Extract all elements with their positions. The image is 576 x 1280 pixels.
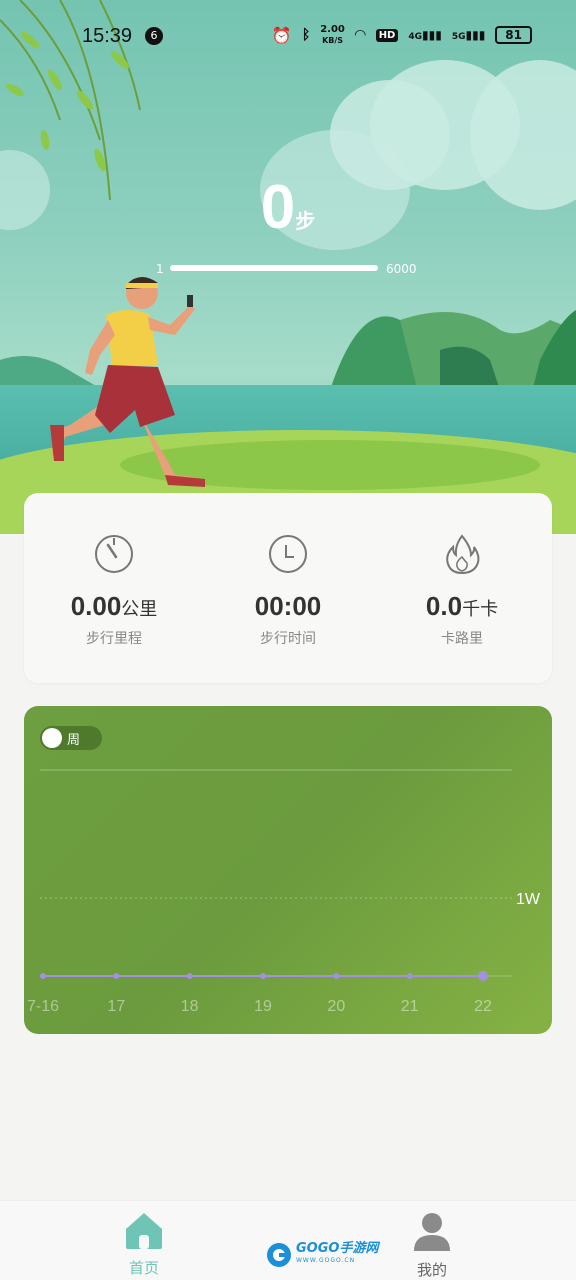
data-point bbox=[113, 973, 120, 979]
calories-unit: 千卡 bbox=[462, 599, 499, 619]
runner-illustration bbox=[50, 276, 205, 487]
period-toggle[interactable]: 周 bbox=[40, 726, 102, 750]
x-tick-label: 19 bbox=[254, 998, 272, 1015]
time-value: 00:00 bbox=[254, 591, 322, 621]
distance-label: 步行里程 bbox=[86, 631, 142, 647]
x-tick-label: 18 bbox=[181, 998, 199, 1015]
tab-mine[interactable]: 我的 bbox=[382, 1211, 482, 1280]
time-label: 步行时间 bbox=[260, 631, 316, 647]
home-icon bbox=[126, 1213, 162, 1249]
net-speed-value: 2.00 bbox=[320, 24, 345, 35]
step-counter: 0步 bbox=[0, 172, 576, 243]
steps-value: 0 bbox=[260, 173, 296, 242]
x-tick-label: 20 bbox=[327, 998, 345, 1015]
watermark-icon bbox=[267, 1243, 291, 1267]
x-tick-label: 22 bbox=[474, 998, 492, 1015]
data-point bbox=[186, 973, 193, 979]
net-speed-unit: KB/S bbox=[322, 36, 344, 45]
hd-badge: HD bbox=[375, 28, 399, 42]
clock-icon bbox=[269, 535, 307, 573]
flame-icon bbox=[446, 534, 480, 575]
watermark-subtext: WWW.GOGO.CN bbox=[296, 1257, 356, 1264]
status-time: 15:39 bbox=[82, 25, 133, 47]
signal-4g-label: 4G bbox=[408, 32, 423, 42]
steps-unit: 步 bbox=[295, 209, 316, 233]
data-point bbox=[260, 973, 266, 979]
stat-time: 00:00 步行时间 bbox=[200, 533, 376, 648]
distance-value: 0.00 bbox=[70, 591, 122, 621]
weekly-steps-chart: 1W 7-16 17 18 19 20 21 22 周 bbox=[24, 706, 552, 1034]
y-tick-label: 1W bbox=[516, 891, 541, 908]
x-tick-label: 7-16 bbox=[27, 998, 59, 1015]
alarm-icon: ⏰ bbox=[271, 25, 292, 45]
data-point bbox=[40, 973, 46, 979]
step-progress-bar bbox=[170, 265, 378, 271]
battery-icon: 81 bbox=[495, 26, 532, 44]
watermark-text: GOGO手游网 bbox=[296, 1241, 379, 1256]
data-point bbox=[406, 973, 413, 979]
x-tick-label: 17 bbox=[107, 998, 125, 1015]
x-tick-label: 21 bbox=[401, 998, 419, 1015]
bluetooth-icon: ᛒ bbox=[301, 27, 311, 43]
net-speed: 2.00 KB/S bbox=[320, 24, 345, 46]
signal-5g-icon: 5G▮▮▮ bbox=[451, 28, 486, 42]
data-point bbox=[478, 971, 488, 981]
stat-calories: 0.0千卡 卡路里 bbox=[374, 533, 550, 648]
stats-card: 0.00公里 步行里程 00:00 步行时间 0.0千卡 卡路里 bbox=[24, 493, 552, 683]
watermark-logo: GOGO手游网 WWW.GOGO.CN bbox=[266, 1240, 378, 1270]
user-icon bbox=[414, 1213, 450, 1251]
status-bar: 15:39 6 ⏰ ᛒ 2.00 KB/S ◠ HD 4G▮▮▮ 5G▮▮▮ 8… bbox=[0, 0, 576, 72]
tab-home[interactable]: 首页 bbox=[94, 1211, 194, 1278]
tab-mine-label: 我的 bbox=[416, 1261, 447, 1279]
tab-home-label: 首页 bbox=[128, 1259, 159, 1277]
signal-4g-icon: 4G▮▮▮ bbox=[408, 28, 442, 42]
signal-5g-label: 5G bbox=[451, 32, 466, 42]
progress-min: 1 bbox=[156, 262, 164, 276]
calories-value: 0.0 bbox=[425, 591, 463, 621]
data-point bbox=[333, 973, 340, 979]
timer-icon bbox=[95, 535, 133, 573]
distance-unit: 公里 bbox=[121, 599, 158, 619]
calories-label: 卡路里 bbox=[441, 631, 483, 647]
progress-max: 6000 bbox=[386, 262, 417, 276]
wifi-icon: ◠ bbox=[354, 27, 366, 43]
toggle-knob[interactable] bbox=[42, 728, 62, 748]
chart-canvas: 1W 7-16 17 18 19 20 21 22 bbox=[27, 769, 541, 1015]
stat-distance: 0.00公里 步行里程 bbox=[26, 533, 202, 648]
notification-badge: 6 bbox=[145, 27, 163, 45]
period-toggle-label: 周 bbox=[67, 732, 81, 748]
